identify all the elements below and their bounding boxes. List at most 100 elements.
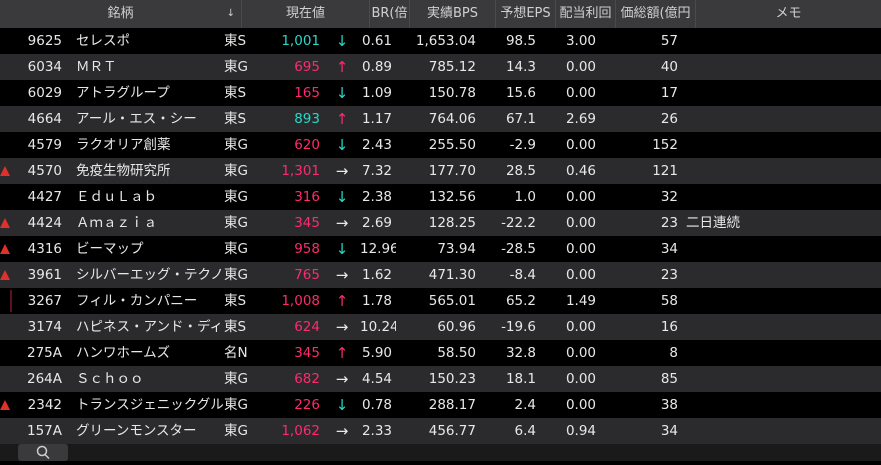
market: 東S: [224, 293, 247, 309]
memo-cell[interactable]: [682, 288, 872, 314]
row-mark: [0, 106, 12, 132]
stock-name[interactable]: トランスジェニックグループ: [64, 392, 224, 418]
search-button[interactable]: [18, 444, 68, 461]
header-div[interactable]: 配当利回: [556, 0, 616, 28]
table-row[interactable]: 4570 免疫生物研究所 東G 1,301 → 7.32 177.70 28.5 0.46 121: [0, 158, 881, 184]
stock-name[interactable]: シルバーエッグ・テクノロ...: [64, 262, 224, 288]
stock-code: 4579: [27, 137, 62, 153]
stock-name[interactable]: 免疫生物研究所: [64, 158, 224, 184]
table-row[interactable]: 4316 ビーマップ 東G 958 ↓ 12.96 73.94 -28.5 0.00 34: [0, 236, 881, 262]
table-row[interactable]: 6029 アトラグループ 東S 165 ↓ 1.09 150.78 15.6 0.00 17: [0, 80, 881, 106]
memo-cell[interactable]: [682, 262, 872, 288]
stock-code: 6029: [27, 85, 62, 101]
stock-code: 4427: [27, 189, 62, 205]
footer-bar: [0, 444, 881, 461]
bps-value: 150.23: [428, 371, 476, 387]
header-cap[interactable]: 価総額(億円: [616, 0, 696, 28]
table-row[interactable]: 3174 ハピネス・アンド・ディ 東S 624 → 10.24 60.96 -19.6 0.00…: [0, 314, 881, 340]
table-row[interactable]: 157A グリーンモンスター 東G 1,062 → 2.33 456.77 6.4 0.94 34: [0, 418, 881, 444]
bps-value: 565.01: [428, 293, 476, 309]
memo-cell[interactable]: [682, 366, 872, 392]
header-bps[interactable]: 実績BPS: [410, 0, 496, 28]
table-row[interactable]: 4427 ＥｄｕＬａｂ 東G 316 ↓ 2.38 132.56 1.0 0.00 32: [0, 184, 881, 210]
stock-name[interactable]: ハピネス・アンド・ディ: [64, 314, 224, 340]
memo-cell[interactable]: [682, 54, 872, 80]
memo-cell[interactable]: [682, 236, 872, 262]
memo-cell[interactable]: [682, 106, 872, 132]
market: 東G: [224, 371, 248, 387]
memo-cell[interactable]: [682, 28, 872, 54]
stock-name[interactable]: ラクオリア創薬: [64, 132, 224, 158]
sort-icon[interactable]: ↓: [227, 0, 235, 28]
stock-name[interactable]: ＭＲＴ: [64, 54, 224, 80]
pbr-value: 1.62: [361, 267, 392, 283]
header-memo[interactable]: メモ: [696, 0, 881, 28]
eps-value: 67.1: [505, 111, 536, 127]
memo-cell[interactable]: 二日連続: [682, 210, 872, 236]
table-row[interactable]: 4664 アール・エス・シー 東S 893 ↑ 1.17 764.06 67.1 2.69 26: [0, 106, 881, 132]
bps-value: 288.17: [428, 397, 476, 413]
header-price[interactable]: 現在値: [242, 0, 370, 28]
memo-cell[interactable]: [682, 132, 872, 158]
memo-cell[interactable]: [682, 340, 872, 366]
stock-name[interactable]: セレスポ: [64, 28, 224, 54]
rows-container: 9625 セレスポ 東S 1,001 ↓ 0.61 1,653.04 98.5 3.00 57 60…: [0, 28, 881, 444]
current-price: 226: [294, 397, 320, 413]
row-mark: [0, 236, 12, 262]
table-row[interactable]: 6034 ＭＲＴ 東G 695 ↑ 0.89 785.12 14.3 0.00 40: [0, 54, 881, 80]
market: 東G: [224, 163, 248, 179]
stock-name[interactable]: ＥｄｕＬａｂ: [64, 184, 224, 210]
table-row[interactable]: 9625 セレスポ 東S 1,001 ↓ 0.61 1,653.04 98.5 3.00 57: [0, 28, 881, 54]
market: 東G: [224, 397, 248, 413]
row-mark: [0, 132, 12, 158]
header-cap-label: 価総額(億円: [620, 6, 691, 21]
memo-cell[interactable]: [682, 392, 872, 418]
stock-name[interactable]: Ｓｃｈｏｏ: [64, 366, 224, 392]
stock-code: 4424: [27, 215, 62, 231]
memo-cell[interactable]: [682, 158, 872, 184]
stock-name[interactable]: グリーンモンスター: [64, 418, 224, 444]
alert-triangle-icon: [0, 218, 10, 228]
market: 東S: [224, 33, 247, 49]
bps-value: 764.06: [428, 111, 476, 127]
eps-value: -28.5: [501, 241, 536, 257]
stock-name[interactable]: フィル・カンパニー: [64, 288, 224, 314]
table-row[interactable]: 2342トランスジェニックグループ東G 226 ↓ 0.78 288.17 2.4 0.00…: [0, 392, 881, 418]
stock-name[interactable]: ビーマップ: [64, 236, 224, 262]
table-row[interactable]: 264A Ｓｃｈｏｏ 東G 682 → 4.54 150.23 18.1 0.00 85: [0, 366, 881, 392]
current-price: 316: [294, 189, 320, 205]
row-mark: [0, 262, 12, 288]
header-price-label: 現在値: [285, 6, 325, 21]
row-mark: [0, 418, 12, 444]
stock-name[interactable]: Ａｍａｚｉａ: [64, 210, 224, 236]
pbr-value: 5.90: [361, 345, 392, 361]
row-mark: [0, 184, 12, 210]
stock-name[interactable]: アトラグループ: [64, 80, 224, 106]
eps-value: 6.4: [514, 423, 536, 439]
table-row[interactable]: 4579 ラクオリア創薬 東G 620 ↓ 2.43 255.50 -2.9 0.00 152: [0, 132, 881, 158]
stock-code: 9625: [27, 33, 62, 49]
memo-cell[interactable]: [682, 184, 872, 210]
trend-arrow-icon: ↓: [335, 32, 349, 50]
table-row[interactable]: 275A ハンワホームズ 名N 345 ↑ 5.90 58.50 32.8 0.00 8: [0, 340, 881, 366]
header-eps[interactable]: 予想EPS: [496, 0, 556, 28]
eps-value: 1.0: [514, 189, 536, 205]
memo-cell[interactable]: [682, 314, 872, 340]
row-mark: [0, 28, 12, 54]
eps-value: 14.3: [505, 59, 536, 75]
stock-name[interactable]: ハンワホームズ: [64, 340, 224, 366]
memo-cell[interactable]: [682, 418, 872, 444]
memo-cell[interactable]: [682, 80, 872, 106]
market-cap: 58: [660, 293, 678, 309]
market-cap: 57: [660, 33, 678, 49]
header-pbr[interactable]: BR(倍: [370, 0, 410, 28]
stock-name[interactable]: アール・エス・シー: [64, 106, 224, 132]
table-row[interactable]: 4424 Ａｍａｚｉａ 東G 345 → 2.69 128.25 -22.2 0.00 23 二日連…: [0, 210, 881, 236]
header-bps-label: 実績BPS: [426, 6, 478, 21]
pbr-value: 2.38: [361, 189, 392, 205]
table-row[interactable]: 3961シルバーエッグ・テクノロ...東G 765 → 1.62 471.30 -8.4 0…: [0, 262, 881, 288]
column-header: 銘柄 ↓ 現在値 BR(倍 実績BPS 予想EPS 配当利回 価総額(億円 メモ: [0, 0, 881, 28]
table-row[interactable]: 3267 フィル・カンパニー 東S 1,008 ↑ 1.78 565.01 65.2 1.49 5…: [0, 288, 881, 314]
bps-value: 471.30: [428, 267, 476, 283]
header-name[interactable]: 銘柄 ↓: [0, 0, 242, 28]
